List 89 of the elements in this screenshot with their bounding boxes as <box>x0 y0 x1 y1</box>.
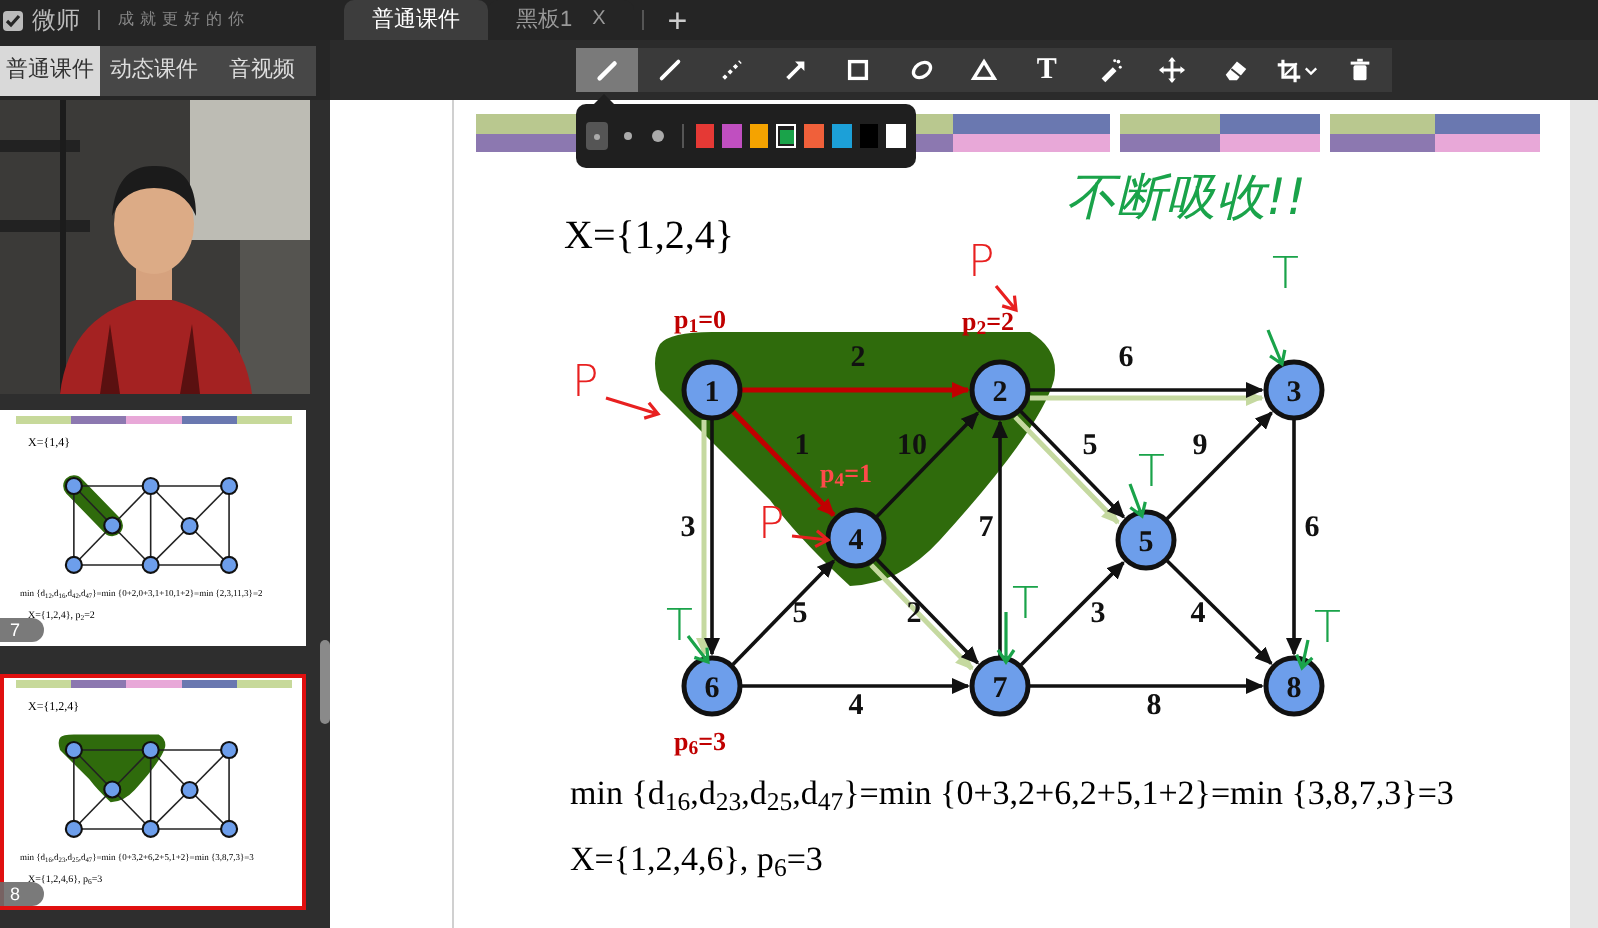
handwritten-letter: P <box>572 362 599 406</box>
scrollbar[interactable] <box>320 640 330 724</box>
handwritten-arrow <box>994 284 1018 313</box>
edge-weight: 3 <box>680 512 696 544</box>
graph-node <box>1263 359 1325 421</box>
distance-label: p$_{1}$=0 <box>674 306 727 332</box>
node-label: 2 <box>992 377 1008 409</box>
edge-weight: 4 <box>1190 598 1206 630</box>
app-slogan: 成就更好的你 <box>118 12 250 28</box>
app-name: 微师 <box>32 8 80 32</box>
edge-weight: 6 <box>1118 342 1134 374</box>
distance-label: p$_{6}$=3 <box>674 728 727 754</box>
result-text: X={1,2,4,6}, p$_{6}$=3 <box>570 842 823 876</box>
edge-arrow <box>1165 411 1273 520</box>
handwritten-letter: T <box>1138 452 1165 496</box>
edge-weight: 1 <box>794 430 810 462</box>
edge-arrow <box>731 559 836 666</box>
distance-label: p$_{4}$=1 <box>820 460 873 486</box>
line-icon <box>656 56 685 84</box>
handwritten-arrow <box>1128 482 1147 519</box>
document-tab[interactable]: 普通课件 <box>344 0 488 40</box>
node-label: 4 <box>848 525 864 557</box>
graph-node <box>1115 509 1177 571</box>
edge-weight: 9 <box>1192 430 1208 462</box>
edge-weight: 10 <box>897 430 927 462</box>
pen-size-button[interactable] <box>586 122 609 150</box>
panel-tab[interactable]: 音视频 <box>208 46 316 96</box>
node-label: 8 <box>1286 673 1302 705</box>
handwritten-letter: P <box>758 504 785 548</box>
handwritten-arrow <box>604 396 661 420</box>
page-number-badge: 8 <box>0 882 44 906</box>
pencil-icon <box>593 56 622 84</box>
handwritten-letter: P <box>968 242 995 286</box>
handwritten-letter: T <box>666 606 693 650</box>
edge-weight: 6 <box>1304 512 1320 544</box>
node-label: 3 <box>1286 377 1302 409</box>
edge-arrow <box>875 411 980 518</box>
panel-tab[interactable]: 普通课件 <box>0 46 100 96</box>
graph-node <box>681 655 743 717</box>
edge-weight: 2 <box>850 342 866 374</box>
edge-arrow <box>1166 559 1273 665</box>
panel-tab[interactable]: 动态课件 <box>100 46 208 96</box>
node-label: 7 <box>992 673 1008 705</box>
edge-weight: 7 <box>978 512 994 544</box>
edge-weight: 5 <box>1082 430 1098 462</box>
handwritten-arrow <box>996 610 1016 665</box>
handwritten-letter: T <box>1012 584 1039 628</box>
trash-icon <box>1346 56 1375 84</box>
handwritten-arrow <box>1266 328 1287 367</box>
handwritten-letter: T <box>1314 608 1341 652</box>
handwritten-arrow <box>790 529 831 549</box>
handwritten-arrow <box>1295 638 1314 671</box>
graph-node <box>969 655 1031 717</box>
handwritten-letter: T <box>1272 254 1299 298</box>
ellipse-icon <box>907 56 936 84</box>
slide-title: X={1,2,4} <box>564 216 734 256</box>
handwritten-note: 不断吸收!! <box>1066 172 1307 222</box>
node-label: 6 <box>704 673 720 705</box>
edge-weight: 5 <box>792 598 808 630</box>
dashed-line-icon <box>718 56 747 84</box>
node-label: 1 <box>704 377 720 409</box>
edge-weight: 4 <box>848 690 864 722</box>
move-icon <box>1158 56 1187 84</box>
caret-icon <box>1304 63 1319 77</box>
edge-weight: 8 <box>1146 690 1162 722</box>
triangle-icon <box>970 56 999 84</box>
pencil-tool-button[interactable] <box>576 48 639 92</box>
color-swatch[interactable] <box>749 124 769 148</box>
new-tab-button[interactable]: + <box>643 3 712 37</box>
crop-icon <box>1276 57 1303 83</box>
eraser-icon <box>1221 56 1250 84</box>
square-icon <box>844 56 873 84</box>
node-label: 5 <box>1138 527 1154 559</box>
edge-arrow <box>869 558 980 671</box>
color-swatch[interactable] <box>804 124 825 148</box>
edge-weight: 2 <box>906 598 922 630</box>
color-swatch[interactable] <box>859 124 879 148</box>
color-swatch[interactable] <box>886 124 907 148</box>
edge-arrow <box>1013 410 1126 525</box>
formula-text: min {d$_{16}$,d$_{23}$,d$_{25}$,d$_{47}$}=min {0+3,2+6,2+5,1+2}=min {3,8,7,3}=3 <box>570 776 1454 810</box>
color-swatch[interactable] <box>832 124 852 148</box>
close-tab-button[interactable]: X <box>592 10 606 30</box>
arrow-icon <box>781 56 810 84</box>
color-swatch[interactable] <box>695 124 715 148</box>
color-swatch[interactable] <box>722 124 742 148</box>
color-swatch[interactable] <box>776 124 797 148</box>
page-number-badge: 7 <box>0 618 44 642</box>
edge-weight: 3 <box>1090 598 1106 630</box>
graph-node <box>1263 655 1325 717</box>
